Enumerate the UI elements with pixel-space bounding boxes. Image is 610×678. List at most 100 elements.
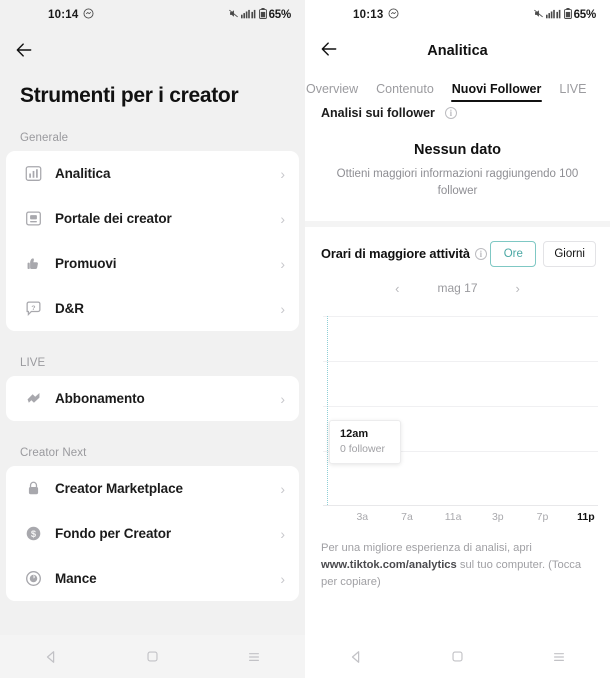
follower-analysis-label: Analisi sui follower bbox=[321, 105, 435, 120]
no-data-block: Nessun dato Ottieni maggiori informazion… bbox=[305, 120, 610, 221]
left-status-time-group: 10:14 bbox=[48, 8, 94, 22]
card-live: Abbonamento › bbox=[6, 376, 299, 421]
status-time: 10:14 bbox=[48, 9, 79, 21]
list-item-creator-marketplace[interactable]: Creator Marketplace › bbox=[6, 466, 299, 511]
list-item-label: Fondo per Creator bbox=[55, 526, 172, 541]
date-navigator: ‹ mag 17 › bbox=[305, 267, 610, 302]
chevron-right-icon: › bbox=[280, 300, 285, 317]
right-status-bar: 10:13 65% bbox=[305, 0, 610, 30]
right-status-time-group: 10:13 bbox=[353, 8, 399, 22]
messenger-icon bbox=[388, 8, 399, 22]
back-triangle-icon[interactable] bbox=[333, 635, 379, 678]
dollar-circle-icon: $ bbox=[22, 523, 44, 545]
x-tick-7a: 7a bbox=[401, 510, 413, 523]
list-item-dr[interactable]: ? D&R › bbox=[6, 286, 299, 331]
list-item-label: D&R bbox=[55, 301, 84, 316]
list-item-label: Creator Marketplace bbox=[55, 481, 183, 496]
promote-hand-icon bbox=[22, 253, 44, 275]
no-data-title: Nessun dato bbox=[413, 142, 501, 158]
tab-overview[interactable]: Overview bbox=[305, 82, 367, 102]
no-data-subtitle: Ottieni maggiori informazioni raggiungen… bbox=[336, 168, 579, 198]
info-icon[interactable]: i bbox=[444, 106, 457, 119]
chart-gridline bbox=[323, 315, 598, 317]
home-square-icon[interactable] bbox=[129, 635, 175, 678]
footer-text-part1: Per una migliore esperienza di analisi, … bbox=[321, 541, 532, 554]
tooltip-title: 12am bbox=[340, 427, 369, 440]
date-next-button[interactable]: › bbox=[516, 281, 520, 296]
portal-book-icon bbox=[22, 208, 44, 230]
left-android-navbar bbox=[0, 635, 305, 678]
list-item-label: Mance bbox=[55, 571, 97, 586]
list-item-label: Portale dei creator bbox=[55, 211, 172, 226]
analytics-footer-note[interactable]: Per una migliore esperienza di analisi, … bbox=[305, 528, 610, 592]
analytics-tabs: Overview Contenuto Nuovi Follower LIVE bbox=[305, 72, 610, 102]
chart-gridline bbox=[323, 360, 598, 362]
segment-ore[interactable]: Ore bbox=[490, 240, 537, 267]
recents-lines-icon[interactable] bbox=[231, 635, 277, 678]
section-label-creator-next: Creator Next bbox=[20, 447, 87, 459]
battery-percent: 65% bbox=[573, 9, 597, 21]
home-square-icon[interactable] bbox=[434, 635, 480, 678]
date-prev-button[interactable]: ‹ bbox=[395, 281, 399, 296]
dual-screenshot: 10:14 65% Strumenti per i creator Genera… bbox=[0, 0, 610, 678]
page-title: Analitica bbox=[427, 43, 488, 59]
tab-nuovi-follower[interactable]: Nuovi Follower bbox=[443, 82, 551, 102]
left-back-row[interactable] bbox=[0, 30, 305, 74]
back-triangle-icon[interactable] bbox=[28, 635, 74, 678]
list-item-portale-dei-creator[interactable]: Portale dei creator › bbox=[6, 196, 299, 241]
mute-icon bbox=[533, 8, 544, 22]
card-creator-next: Creator Marketplace › $ Fondo per Creato… bbox=[6, 466, 299, 601]
list-item-analitica[interactable]: Analitica › bbox=[6, 151, 299, 196]
x-tick-11a: 11a bbox=[444, 510, 462, 523]
activity-chart[interactable]: 12am 0 follower bbox=[323, 315, 598, 506]
analytics-url-link[interactable]: www.tiktok.com/analytics bbox=[321, 559, 457, 571]
right-phone-screen: 10:13 65% Analitica Overview Contenuto N… bbox=[305, 0, 610, 678]
activity-header: Orari di maggiore attività i Ore Giorni bbox=[305, 227, 610, 267]
battery-percent: 65% bbox=[268, 9, 292, 21]
segmented-control: Ore Giorni bbox=[490, 240, 596, 267]
chevron-right-icon: › bbox=[280, 390, 285, 407]
mute-icon bbox=[228, 8, 239, 22]
left-status-icons: 65% bbox=[228, 8, 291, 22]
tab-contenuto[interactable]: Contenuto bbox=[367, 82, 443, 102]
section-label-live: LIVE bbox=[20, 357, 46, 369]
x-tick-7p: 7p bbox=[536, 510, 549, 523]
tooltip-value: 0 follower bbox=[340, 442, 385, 455]
recents-lines-icon[interactable] bbox=[536, 635, 582, 678]
chevron-right-icon: › bbox=[280, 210, 285, 227]
analytics-header: Analitica bbox=[305, 30, 610, 72]
list-item-label: Analitica bbox=[55, 166, 111, 181]
list-item-abbonamento[interactable]: Abbonamento › bbox=[6, 376, 299, 421]
status-time: 10:13 bbox=[353, 9, 384, 21]
tips-coin-icon bbox=[22, 568, 44, 590]
battery-icon bbox=[563, 8, 572, 22]
chart-tooltip: 12am 0 follower bbox=[329, 419, 401, 464]
lock-icon bbox=[22, 478, 44, 500]
left-phone-screen: 10:14 65% Strumenti per i creator Genera… bbox=[0, 0, 305, 678]
list-item-label: Abbonamento bbox=[55, 391, 145, 406]
tab-live[interactable]: LIVE bbox=[550, 82, 595, 102]
chevron-right-icon: › bbox=[280, 525, 285, 542]
list-item-mance[interactable]: Mance › bbox=[6, 556, 299, 601]
svg-text:?: ? bbox=[31, 305, 35, 312]
list-item-promuovi[interactable]: Promuovi › bbox=[6, 241, 299, 286]
section-label-generale: Generale bbox=[20, 132, 69, 144]
right-android-navbar bbox=[305, 635, 610, 678]
x-tick-11p: 11p bbox=[577, 510, 595, 523]
right-status-icons: 65% bbox=[533, 8, 596, 22]
chevron-right-icon: › bbox=[280, 165, 285, 182]
info-icon[interactable]: i bbox=[474, 247, 487, 260]
chart-x-axis: 3a 7a 11a 3p 7p 11p bbox=[323, 506, 594, 528]
question-bubble-icon: ? bbox=[22, 298, 44, 320]
chevron-right-icon: › bbox=[280, 255, 285, 272]
segment-giorni[interactable]: Giorni bbox=[543, 240, 596, 267]
list-item-fondo-per-creator[interactable]: $ Fondo per Creator › bbox=[6, 511, 299, 556]
follower-analysis-peek-row: Analisi sui follower i bbox=[305, 102, 610, 120]
subscription-icon bbox=[22, 388, 44, 410]
back-arrow-icon[interactable] bbox=[14, 40, 34, 65]
signal-icon bbox=[240, 8, 257, 22]
svg-text:$: $ bbox=[30, 529, 36, 539]
chevron-right-icon: › bbox=[280, 480, 285, 497]
